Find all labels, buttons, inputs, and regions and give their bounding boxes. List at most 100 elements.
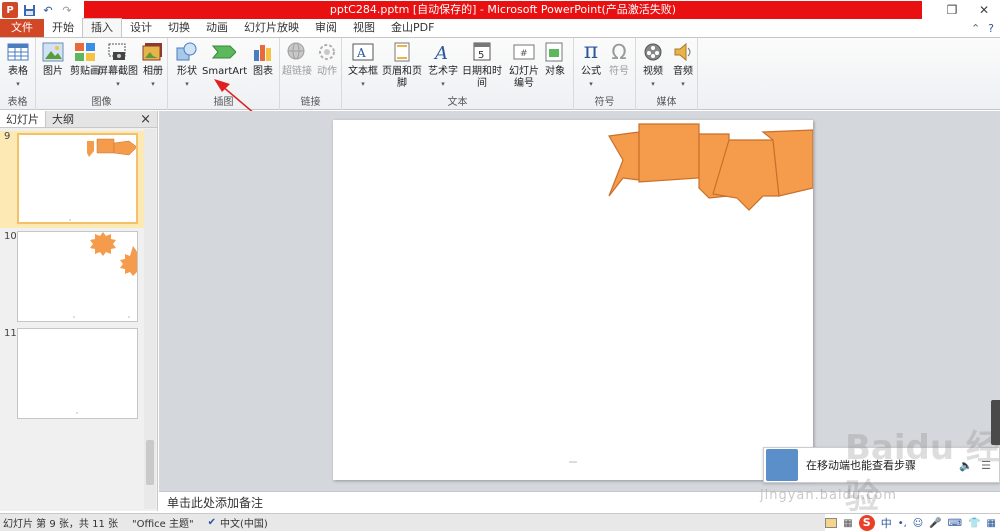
save-icon[interactable] — [21, 2, 37, 18]
tab-file[interactable]: 文件 — [0, 19, 44, 37]
photo-album-button[interactable]: 相册 ▾ — [136, 40, 170, 90]
close-button[interactable]: ✕ — [968, 0, 1000, 20]
slide-number-button-label: 幻灯片编号 — [509, 66, 539, 89]
window-title: pptC284.pptm [自动保存的] - Microsoft PowerPo… — [84, 1, 922, 19]
tab-transitions[interactable]: 切换 — [160, 19, 198, 37]
ribbon-tabs: 文件 开始 插入 设计 切换 动画 幻灯片放映 审阅 视图 金山PDF — [0, 18, 1000, 38]
group-label-images: 图像 — [91, 97, 112, 108]
help-icon[interactable]: ? — [988, 22, 994, 35]
slide-thumbnail[interactable] — [17, 133, 138, 224]
watermark-url: jingyan.baidu.com — [760, 488, 897, 503]
calendar-icon: 5 — [470, 40, 494, 64]
ime-toolbar: ▦ S 中 •, ☺ 🎤 ⌨ 👕 ▦ — [825, 514, 1000, 532]
punctuation-icon[interactable]: •, — [898, 518, 907, 529]
group-symbols: π 公式 ▾ Ω 符号 符号 — [574, 38, 636, 110]
close-icon[interactable]: × — [140, 112, 151, 127]
object-button-label: 对象 — [545, 66, 565, 77]
language[interactable]: 中文(中国) — [220, 515, 268, 530]
photo-album-button-label: 相册 — [143, 66, 163, 77]
spellcheck-icon[interactable]: ✔ — [208, 517, 216, 528]
slide-canvas[interactable] — [333, 120, 813, 480]
slides-pane: 幻灯片 大纲 × 9 10 11 — [0, 111, 158, 511]
group-label-tables: 表格 — [7, 97, 28, 108]
chevron-down-icon: ▾ — [651, 80, 655, 88]
pi-icon: π — [583, 39, 599, 64]
tab-kingsoft-pdf[interactable]: 金山PDF — [383, 19, 442, 37]
action-icon — [315, 40, 339, 64]
sogou-logo-icon[interactable]: S — [858, 515, 875, 531]
slide-thumbnail-row[interactable]: 10 — [0, 231, 150, 326]
slide-thumbnail-row[interactable]: 11 — [0, 328, 150, 423]
tab-review[interactable]: 审阅 — [307, 19, 345, 37]
equation-button-label: 公式 — [581, 66, 601, 77]
slide-number-button[interactable]: # 幻灯片编号 — [506, 40, 542, 90]
clipart-button-label: 剪贴画 — [70, 66, 100, 77]
quick-access-toolbar: P ↶ ↷ ▾ — [0, 0, 94, 20]
slide-thumbnail[interactable] — [17, 328, 138, 419]
wordart-button-label: 艺术字 — [428, 66, 458, 77]
tab-design[interactable]: 设计 — [122, 19, 160, 37]
normal-view-icon[interactable] — [825, 518, 838, 528]
restore-button[interactable]: ❐ — [936, 0, 968, 20]
tab-view[interactable]: 视图 — [345, 19, 383, 37]
toolbox-icon[interactable]: ▦ — [987, 518, 996, 529]
redo-icon[interactable]: ↷ — [59, 2, 75, 18]
svg-text:A: A — [356, 46, 366, 60]
chevron-down-icon: ▾ — [589, 80, 593, 88]
powerpoint-logo-icon[interactable]: P — [2, 2, 18, 18]
wordart-button[interactable]: A 艺术字 ▾ — [426, 40, 460, 90]
date-time-button[interactable]: 5 日期和时间 — [458, 40, 506, 90]
voice-icon[interactable]: 🎤 — [929, 518, 941, 529]
film-reel-icon — [641, 40, 665, 64]
group-label-media: 媒体 — [656, 97, 677, 108]
group-label-symbols: 符号 — [594, 97, 615, 108]
clipart-button[interactable]: 剪贴画 — [68, 40, 102, 78]
object-button[interactable]: 对象 — [538, 40, 572, 78]
slide-counter: 幻灯片 第 9 张，共 11 张 — [3, 519, 118, 530]
symbol-button-label: 符号 — [609, 66, 629, 77]
picture-icon — [41, 40, 65, 64]
side-toolbar-handle[interactable] — [991, 400, 1000, 445]
clipart-icon — [73, 40, 97, 64]
shapes-button-label: 形状 — [177, 66, 197, 77]
chevron-down-icon: ▾ — [681, 80, 685, 88]
picture-button[interactable]: 图片 — [36, 40, 70, 78]
audio-button[interactable]: 音频 ▾ — [666, 40, 700, 90]
shapes-icon — [175, 40, 199, 64]
table-button-label: 表格 — [8, 66, 28, 77]
svg-text:A: A — [433, 43, 448, 62]
emoji-icon[interactable]: ☺ — [913, 518, 923, 529]
slide-thumbnail[interactable] — [17, 231, 138, 322]
slide-sorter-icon[interactable]: ▦ — [843, 518, 852, 529]
header-footer-button[interactable]: 页眉和页脚 — [378, 40, 426, 90]
chevron-down-icon: ▾ — [151, 80, 155, 88]
tab-home[interactable]: 开始 — [44, 19, 82, 37]
shapes-button[interactable]: 形状 ▾ — [170, 40, 204, 90]
tab-slides[interactable]: 幻灯片 — [0, 111, 46, 127]
slide-thumbnail-row[interactable]: 9 — [0, 131, 150, 228]
table-button[interactable]: 表格 ▾ — [1, 40, 35, 90]
pane-scroll-thumb[interactable] — [146, 440, 154, 485]
tab-animations[interactable]: 动画 — [198, 19, 236, 37]
ime-mode[interactable]: 中 — [881, 515, 892, 531]
skin-icon[interactable]: 👕 — [968, 518, 980, 529]
chevron-down-icon: ▾ — [185, 80, 189, 88]
symbol-button[interactable]: Ω 符号 — [602, 40, 636, 78]
svg-text:5: 5 — [478, 50, 484, 61]
tab-slideshow[interactable]: 幻灯片放映 — [236, 19, 307, 37]
minimize-ribbon-icon[interactable]: ⌃ — [971, 22, 980, 35]
pane-tabs: 幻灯片 大纲 — [0, 111, 157, 128]
tab-outline[interactable]: 大纲 — [46, 111, 80, 127]
screenshot-button[interactable]: 屏幕截图 ▾ — [98, 40, 138, 90]
banner-shape-thumb — [69, 138, 136, 221]
slide-number-icon: # — [512, 40, 536, 64]
banner-shape[interactable] — [333, 120, 813, 480]
object-icon — [543, 40, 567, 64]
undo-icon[interactable]: ↶ — [40, 2, 56, 18]
group-tables: 表格 ▾ 表格 — [0, 38, 36, 110]
video-button[interactable]: 视频 ▾ — [636, 40, 670, 90]
tab-insert[interactable]: 插入 — [82, 18, 122, 37]
keyboard-icon[interactable]: ⌨ — [948, 518, 962, 529]
blank-slide-thumb — [76, 412, 78, 414]
theme-name: "Office 主题" — [131, 519, 194, 530]
